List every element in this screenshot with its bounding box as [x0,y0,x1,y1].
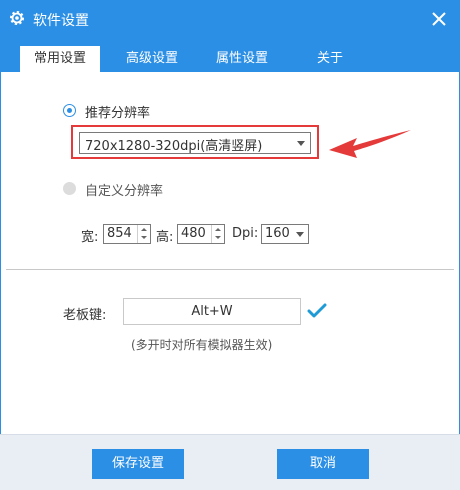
height-value: 480 [181,226,206,241]
title-bar: 软件设置 [0,0,460,38]
spin-down-icon[interactable] [215,236,221,239]
spin-up-icon[interactable] [141,228,147,231]
gear-icon [9,10,25,26]
width-label: 宽: [81,230,99,245]
spin-down-icon[interactable] [141,236,147,239]
height-spinner-buttons [211,225,224,243]
footer: 保存设置 取消 [0,434,460,490]
resolution-select[interactable]: 720x1280-320dpi(高清竖屏) [79,132,311,154]
width-spinner-buttons [137,225,150,243]
spin-up-icon[interactable] [215,228,221,231]
tab-properties[interactable]: 属性设置 [202,46,282,72]
settings-panel: 推荐分辨率 720x1280-320dpi(高清竖屏) 自定义分辨率 宽: 85… [0,72,460,434]
recommended-resolution-radio[interactable] [63,104,76,117]
dpi-label: Dpi: [232,226,259,241]
boss-key-note: (多开时对所有模拟器生效) [131,338,273,352]
chevron-down-icon [297,141,305,146]
width-spinbox[interactable]: 854 [103,224,151,244]
custom-resolution-radio[interactable] [63,182,76,195]
dpi-value: 160 [265,226,290,241]
tab-bar: 常用设置 高级设置 属性设置 关于 [0,38,460,72]
custom-resolution-label: 自定义分辨率 [85,184,164,199]
boss-key-label: 老板键: [63,308,107,323]
window-title: 软件设置 [33,13,89,29]
divider [6,269,454,270]
height-spinbox[interactable]: 480 [177,224,225,244]
height-label: 高: [156,230,174,245]
close-icon[interactable] [426,6,452,32]
cancel-button[interactable]: 取消 [277,449,369,479]
resolution-select-value: 720x1280-320dpi(高清竖屏) [85,139,263,154]
tab-general[interactable]: 常用设置 [20,46,100,72]
chevron-down-icon [296,232,304,237]
save-button[interactable]: 保存设置 [92,449,184,479]
dpi-select[interactable]: 160 [261,224,309,244]
recommended-resolution-label: 推荐分辨率 [85,106,151,121]
tab-about[interactable]: 关于 [300,46,360,72]
boss-key-input[interactable]: Alt+W [123,298,301,325]
width-value: 854 [107,226,132,241]
checkmark-icon [307,303,327,318]
tab-advanced[interactable]: 高级设置 [112,46,192,72]
